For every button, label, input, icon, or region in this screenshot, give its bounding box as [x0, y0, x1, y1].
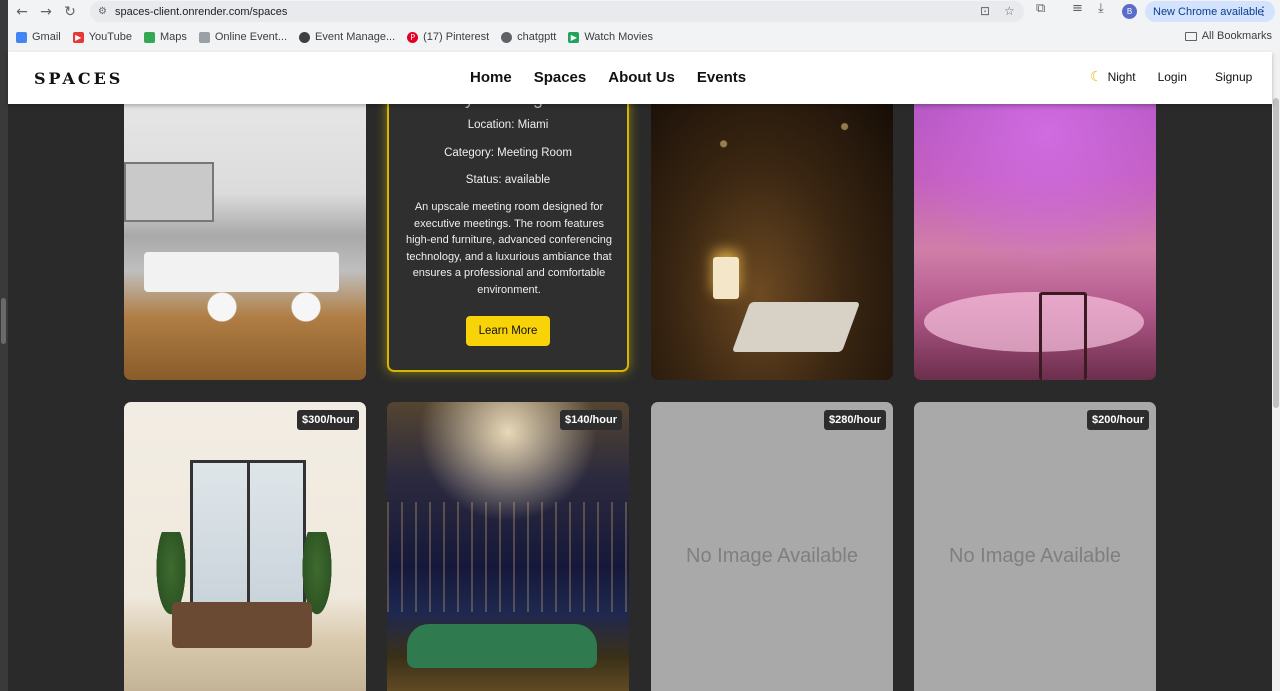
scrollbar-thumb[interactable] — [1273, 98, 1279, 408]
download-icon[interactable]: ⤓ — [1098, 1, 1104, 16]
price-badge: $140/hour — [560, 410, 622, 430]
banquet-chair-image — [1039, 292, 1087, 380]
header-actions: ☾ Night Login Signup — [1090, 69, 1252, 85]
main-nav: Home Spaces About Us Events — [470, 69, 746, 86]
bookmark-pinterest[interactable]: P (17) Pinterest — [407, 31, 489, 43]
bookmark-chatgptt[interactable]: chatgptt — [501, 31, 556, 43]
bookmark-star-icon[interactable]: ☆ — [1004, 4, 1015, 18]
bookmarks-bar: Gmail ▶ YouTube Maps Online Event... Even… — [8, 26, 1280, 48]
update-label: New Chrome available — [1153, 5, 1264, 18]
nav-spaces[interactable]: Spaces — [534, 69, 587, 86]
site-icon — [198, 31, 210, 43]
site-logo[interactable]: SPACES — [34, 69, 123, 88]
bookmark-gmail[interactable]: Gmail — [16, 31, 61, 43]
desktop-handle — [1, 298, 6, 344]
office-chairs-image — [194, 277, 334, 337]
browser-toolbar: ← → ↻ ⚙ spaces-client.onrender.com/space… — [8, 0, 1280, 24]
chrome-update-button[interactable]: New Chrome available ⋮ — [1145, 1, 1275, 22]
lounge-window-image — [190, 460, 306, 610]
profile-avatar[interactable]: B — [1122, 4, 1137, 19]
bookmark-watch-movies[interactable]: ▶ Watch Movies — [568, 31, 653, 43]
bookmark-online-event[interactable]: Online Event... — [198, 31, 287, 43]
install-app-icon[interactable]: ⊡ — [980, 4, 990, 18]
more-icon: ⋮ — [1257, 4, 1269, 18]
no-image-text: No Image Available — [686, 545, 858, 567]
space-description: An upscale meeting room designed for exe… — [405, 201, 613, 296]
url-text: spaces-client.onrender.com/spaces — [114, 5, 288, 18]
play-icon: ▶ — [568, 31, 580, 43]
nav-events[interactable]: Events — [697, 69, 746, 86]
space-card-banquet[interactable] — [914, 92, 1156, 380]
nav-home[interactable]: Home — [470, 69, 512, 86]
globe-icon — [299, 31, 311, 43]
page-scrollbar[interactable] — [1272, 52, 1280, 691]
reload-icon[interactable]: ↻ — [58, 1, 82, 23]
login-link[interactable]: Login — [1158, 70, 1187, 84]
back-icon[interactable]: ← — [10, 1, 34, 23]
space-card-no-image[interactable]: $200/hour No Image Available — [914, 402, 1156, 691]
pinterest-icon: P — [407, 31, 419, 43]
space-card-dinner[interactable] — [651, 92, 893, 380]
youtube-icon: ▶ — [72, 31, 84, 43]
site-info-icon[interactable]: ⚙ — [98, 6, 107, 17]
space-card-office[interactable] — [124, 92, 366, 380]
chatgpt-icon — [501, 31, 513, 43]
sofa-image — [172, 602, 312, 648]
space-card-rooftop-bar[interactable]: $140/hour — [387, 402, 629, 691]
price-badge: $280/hour — [824, 410, 886, 430]
banquet-table-image — [924, 292, 1144, 352]
maps-icon — [143, 31, 155, 43]
space-location: Location: Miami — [467, 119, 549, 131]
price-badge: $300/hour — [297, 410, 359, 430]
extensions-icon[interactable]: ⧉ — [1036, 1, 1045, 16]
site-header: SPACES Home Spaces About Us Events ☾ Nig… — [8, 52, 1272, 104]
bookmark-youtube[interactable]: ▶ YouTube — [72, 31, 132, 43]
space-card-no-image[interactable]: $280/hour No Image Available — [651, 402, 893, 691]
desktop-edge — [0, 0, 8, 691]
plate-image — [731, 302, 861, 352]
night-mode-toggle[interactable]: Night — [1108, 70, 1136, 84]
signup-link[interactable]: Signup — [1215, 70, 1252, 84]
bookmark-event-manage[interactable]: Event Manage... — [299, 31, 395, 43]
moon-icon[interactable]: ☾ — [1090, 69, 1103, 85]
nav-about-us[interactable]: About Us — [608, 69, 675, 86]
space-status: Status: available — [465, 174, 551, 186]
gmail-icon — [16, 31, 27, 43]
candle-image — [713, 257, 739, 299]
folder-icon — [1184, 31, 1197, 41]
price-badge: $200/hour — [1087, 410, 1149, 430]
media-controls-icon[interactable]: ≡ — [1072, 1, 1083, 16]
no-image-text: No Image Available — [949, 545, 1121, 567]
space-card-lounge[interactable]: $300/hour — [124, 402, 366, 691]
bookmark-maps[interactable]: Maps — [143, 31, 187, 43]
browser-chrome: ← → ↻ ⚙ spaces-client.onrender.com/space… — [8, 0, 1280, 52]
all-bookmarks[interactable]: All Bookmarks — [1184, 30, 1272, 42]
office-window-image — [124, 162, 214, 222]
learn-more-button[interactable]: Learn More — [466, 316, 550, 346]
address-bar[interactable]: ⚙ spaces-client.onrender.com/spaces ⊡ ☆ — [90, 1, 1024, 22]
green-booth-image — [407, 624, 597, 668]
forward-icon[interactable]: → — [34, 1, 58, 23]
space-category: Category: Meeting Room — [444, 147, 572, 159]
space-card-featured[interactable]: Luxury Meeting Room Location: Miami Cate… — [387, 92, 629, 372]
city-lights-image — [387, 502, 629, 612]
